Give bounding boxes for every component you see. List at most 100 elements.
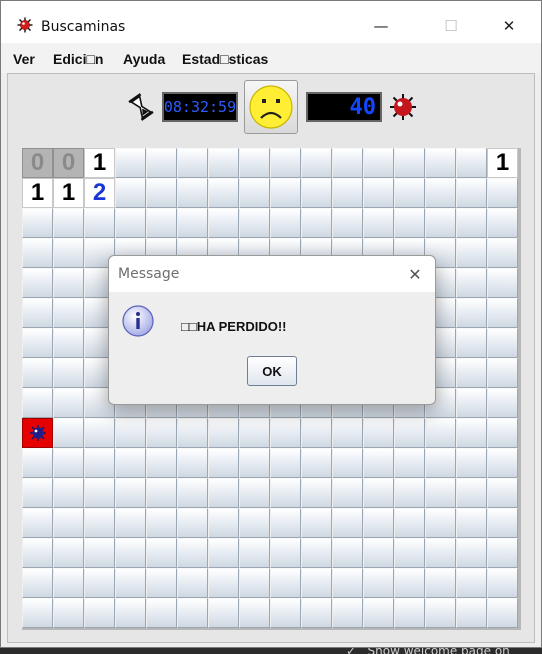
board-cell[interactable]	[425, 538, 456, 568]
board-cell[interactable]	[239, 418, 270, 448]
board-cell[interactable]	[115, 418, 146, 448]
board-cell[interactable]	[394, 478, 425, 508]
board-cell[interactable]	[456, 598, 487, 628]
board-cell[interactable]	[487, 598, 518, 628]
board-cell[interactable]	[270, 568, 301, 598]
board-cell[interactable]: 1	[53, 178, 84, 208]
board-cell[interactable]	[332, 208, 363, 238]
board-cell[interactable]	[425, 508, 456, 538]
board-cell[interactable]	[394, 178, 425, 208]
board-cell[interactable]	[239, 508, 270, 538]
board-cell[interactable]	[394, 508, 425, 538]
board-cell[interactable]	[425, 568, 456, 598]
board-cell[interactable]	[394, 448, 425, 478]
board-cell[interactable]	[146, 448, 177, 478]
board-cell[interactable]	[53, 358, 84, 388]
board-cell[interactable]	[53, 328, 84, 358]
board-cell[interactable]	[22, 448, 53, 478]
board-cell[interactable]	[487, 388, 518, 418]
board-cell[interactable]	[487, 238, 518, 268]
board-cell[interactable]	[177, 598, 208, 628]
board-cell[interactable]	[239, 148, 270, 178]
board-cell[interactable]	[53, 538, 84, 568]
dialog-close-button[interactable]: ✕	[403, 262, 427, 286]
board-cell[interactable]	[487, 268, 518, 298]
board-cell[interactable]	[425, 178, 456, 208]
board-cell[interactable]	[456, 448, 487, 478]
board-cell[interactable]	[456, 148, 487, 178]
board-cell[interactable]	[53, 478, 84, 508]
close-button[interactable]: ✕	[489, 11, 529, 41]
board-cell[interactable]	[363, 448, 394, 478]
board-cell[interactable]	[22, 298, 53, 328]
board-cell[interactable]: 1	[84, 148, 115, 178]
board-cell[interactable]	[239, 448, 270, 478]
board-cell[interactable]	[487, 568, 518, 598]
board-cell[interactable]	[425, 208, 456, 238]
board-cell[interactable]	[425, 478, 456, 508]
board-cell[interactable]	[22, 598, 53, 628]
exploded-mine-cell[interactable]	[22, 418, 53, 448]
board-cell[interactable]	[177, 478, 208, 508]
board-cell[interactable]	[363, 178, 394, 208]
board-cell[interactable]	[239, 598, 270, 628]
board-cell[interactable]: 1	[22, 178, 53, 208]
board-cell[interactable]	[208, 208, 239, 238]
board-cell[interactable]	[425, 148, 456, 178]
board-cell[interactable]	[487, 178, 518, 208]
board-cell[interactable]	[487, 418, 518, 448]
board-cell[interactable]	[487, 298, 518, 328]
board-cell[interactable]	[301, 538, 332, 568]
board-cell[interactable]	[115, 208, 146, 238]
board-cell[interactable]	[456, 268, 487, 298]
menu-edicion[interactable]: Edici□n	[53, 51, 103, 67]
board-cell[interactable]	[84, 538, 115, 568]
face-button[interactable]	[244, 80, 298, 134]
board-cell[interactable]	[146, 508, 177, 538]
menu-ver[interactable]: Ver	[13, 51, 35, 67]
board-cell[interactable]	[53, 568, 84, 598]
board-cell[interactable]	[115, 508, 146, 538]
board-cell[interactable]	[487, 448, 518, 478]
board-cell[interactable]	[332, 478, 363, 508]
menu-ayuda[interactable]: Ayuda	[123, 51, 165, 67]
board-cell[interactable]	[270, 598, 301, 628]
board-cell[interactable]	[53, 418, 84, 448]
board-cell[interactable]	[487, 208, 518, 238]
board-cell[interactable]	[22, 328, 53, 358]
board-cell[interactable]	[487, 358, 518, 388]
board-cell[interactable]	[146, 208, 177, 238]
board-cell[interactable]	[53, 268, 84, 298]
board-cell[interactable]	[84, 478, 115, 508]
board-cell[interactable]	[394, 148, 425, 178]
board-cell[interactable]	[363, 148, 394, 178]
board-cell[interactable]	[301, 448, 332, 478]
board-cell[interactable]	[208, 148, 239, 178]
board-cell[interactable]	[394, 208, 425, 238]
board-cell[interactable]	[84, 508, 115, 538]
board-cell[interactable]	[394, 598, 425, 628]
board-cell[interactable]	[394, 418, 425, 448]
board-cell[interactable]	[301, 178, 332, 208]
board-cell[interactable]	[22, 568, 53, 598]
board-cell[interactable]	[394, 568, 425, 598]
board-cell[interactable]	[456, 178, 487, 208]
board-cell[interactable]	[456, 298, 487, 328]
board-cell[interactable]	[363, 598, 394, 628]
board-cell[interactable]	[146, 478, 177, 508]
board-cell[interactable]	[456, 568, 487, 598]
board-cell[interactable]	[301, 418, 332, 448]
board-cell[interactable]	[363, 418, 394, 448]
board-cell[interactable]	[84, 448, 115, 478]
board-cell[interactable]	[208, 448, 239, 478]
board-cell[interactable]	[53, 298, 84, 328]
board-cell[interactable]	[115, 448, 146, 478]
board-cell[interactable]	[115, 598, 146, 628]
board-cell[interactable]	[487, 328, 518, 358]
board-cell[interactable]	[270, 208, 301, 238]
board-cell[interactable]	[270, 418, 301, 448]
board-cell[interactable]	[363, 568, 394, 598]
board-cell[interactable]	[363, 508, 394, 538]
board-cell[interactable]	[332, 538, 363, 568]
board-cell[interactable]	[115, 178, 146, 208]
